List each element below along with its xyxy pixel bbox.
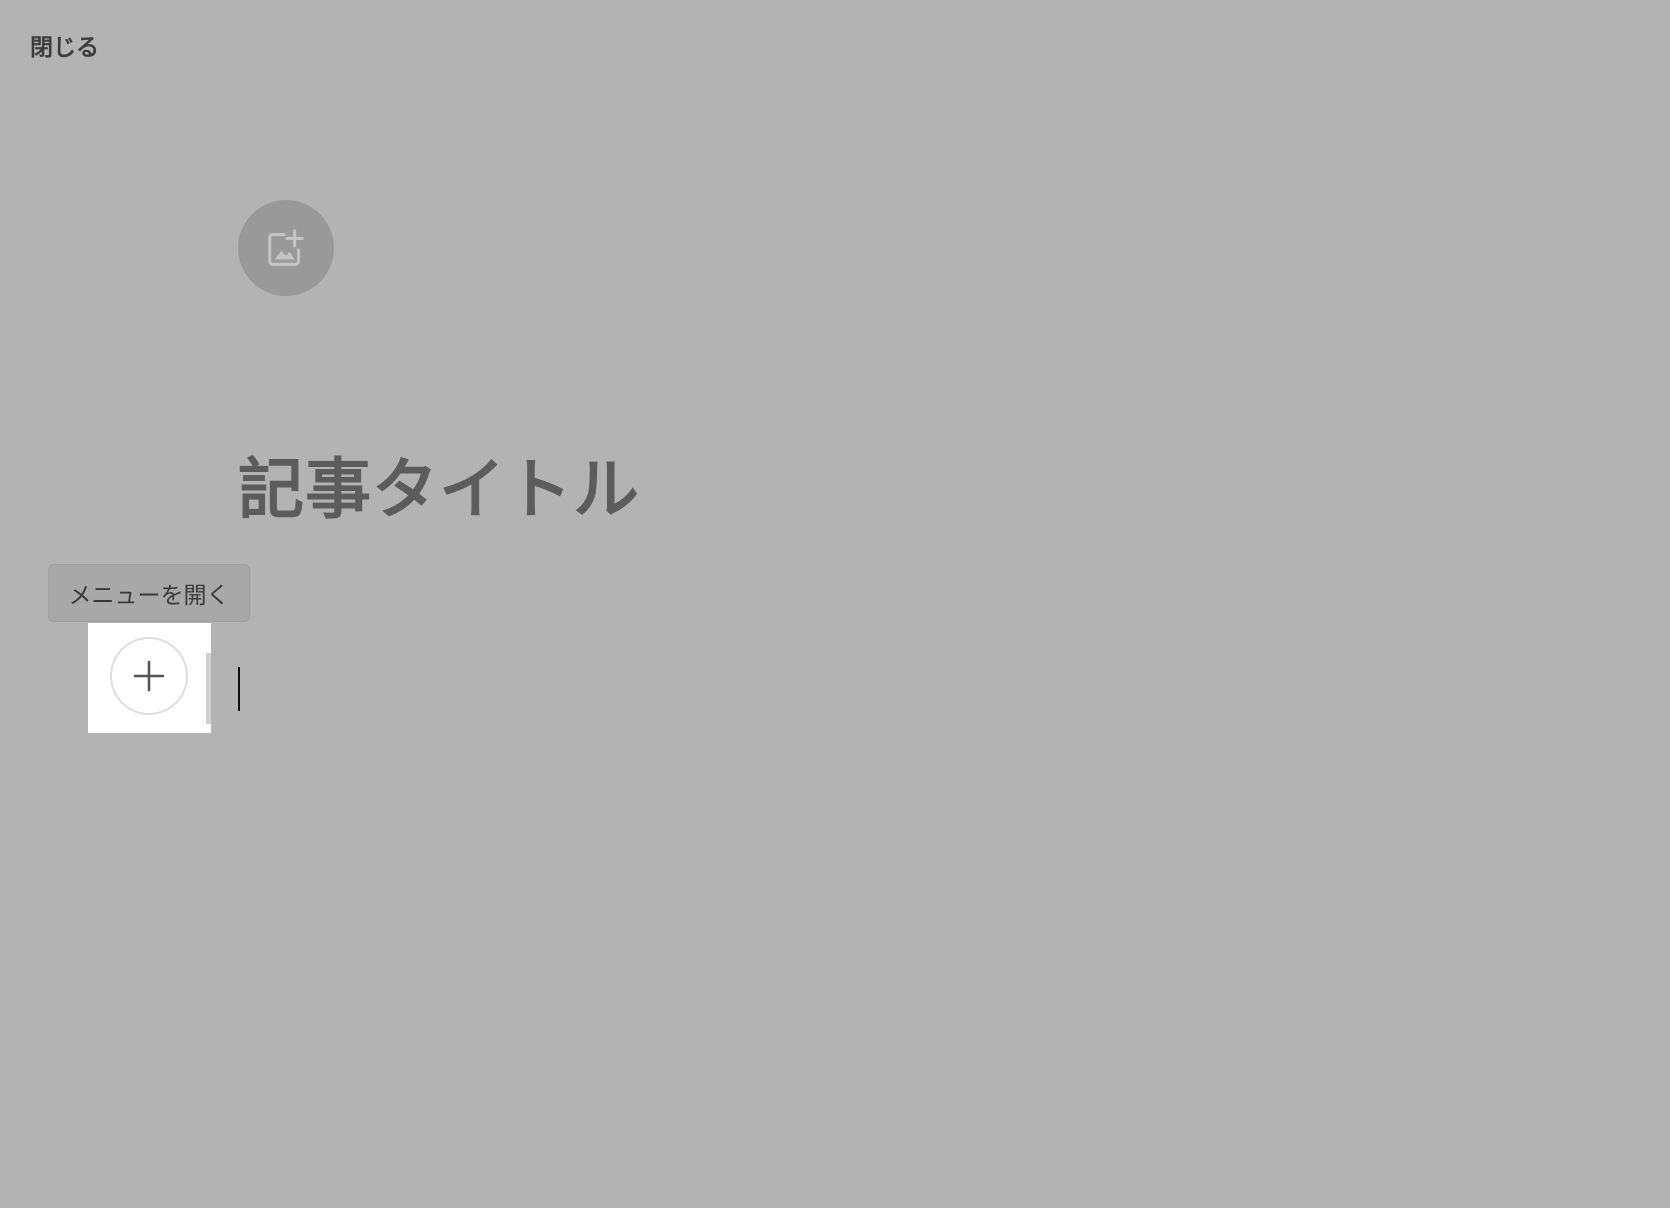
plus-icon (133, 660, 165, 692)
image-add-icon (268, 229, 304, 266)
add-cover-image-button[interactable] (238, 200, 334, 296)
article-title-input[interactable]: 記事タイトル (238, 448, 640, 532)
add-block-button[interactable] (110, 637, 188, 715)
block-gutter-bar (206, 653, 211, 724)
body-text-cursor[interactable] (238, 667, 240, 711)
open-menu-tooltip: メニューを開く (48, 564, 250, 622)
close-button[interactable]: 閉じる (30, 32, 99, 64)
add-block-area (88, 623, 211, 733)
